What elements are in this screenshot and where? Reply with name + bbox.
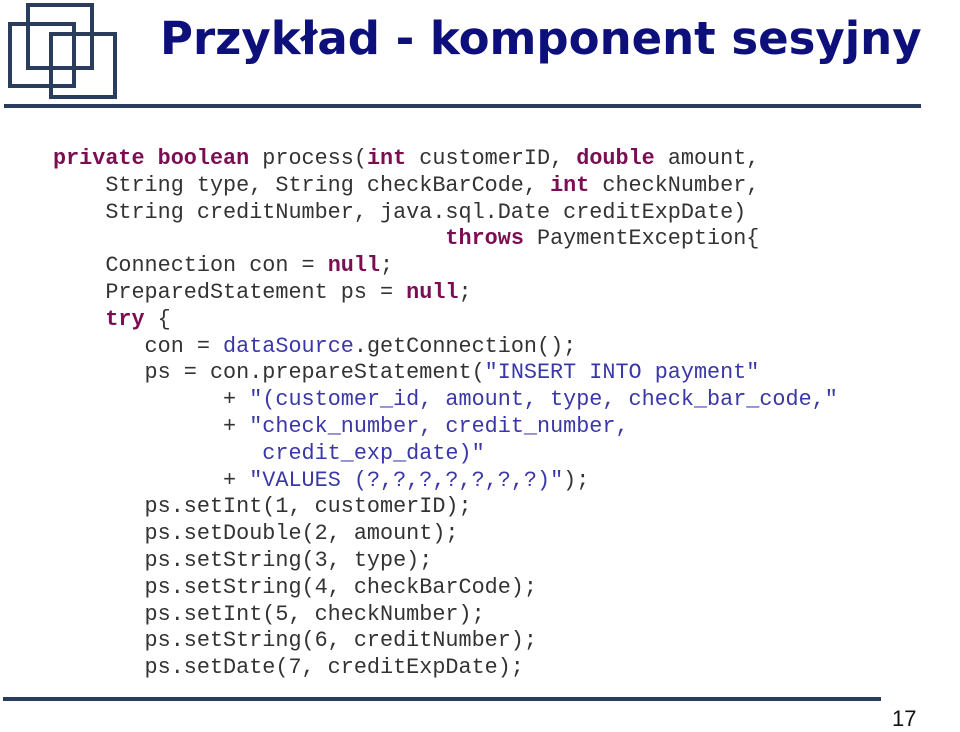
code-string: "INSERT INTO payment" [484,360,760,386]
code-text: ps = con.prepareStatement( [53,360,485,386]
code-line: + "(customer_id, amount, type, check_bar… [53,387,838,414]
code-line: private boolean process(int customerID, … [53,146,838,173]
code-string: "check_number, credit_number, [249,413,629,439]
code-keyword: null [406,279,459,305]
page-number: 17 [892,706,917,731]
code-string: credit_exp_date)" [53,440,485,466]
code-keyword: double [576,146,655,171]
code-line: ps.setDouble(2, amount); [53,521,838,548]
code-text: ps.setString(4, checkBarCode); [53,574,537,600]
code-text: String creditNumber, java.sql.Date credi… [53,199,747,225]
code-line: String creditNumber, java.sql.Date credi… [53,200,838,227]
code-text: PreparedStatement ps = [53,279,407,305]
code-line: credit_exp_date)" [53,441,838,468]
code-text: PaymentException{ [523,226,760,252]
header-divider [4,104,921,108]
code-text: + [53,467,250,493]
code-line: PreparedStatement ps = null; [53,280,838,307]
code-text: { [144,306,171,332]
code-text: Connection con = [53,253,328,279]
code-line: + "check_number, credit_number, [53,414,838,441]
code-line: ps.setString(6, creditNumber); [53,628,838,655]
code-keyword: null [327,253,381,279]
code-block: private boolean process(int customerID, … [53,146,838,682]
code-string: "(customer_id, amount, type, check_bar_c… [249,387,838,413]
code-text: ; [458,279,472,305]
code-line: String type, String checkBarCode, int ch… [53,173,838,200]
code-keyword: try [105,306,145,332]
overlapping-squares-logo-icon [8,3,117,99]
code-line: ps.setString(3, type); [53,548,838,575]
code-line: throws PaymentException{ [53,226,838,253]
code-line: ps = con.prepareStatement("INSERT INTO p… [53,360,838,387]
code-keyword: int [366,146,407,171]
code-text: String type, String checkBarCode, [53,172,551,198]
code-line: ps.setDate(7, creditExpDate); [53,655,838,682]
code-string: "VALUES (?,?,?,?,?,?,?)" [249,467,564,493]
code-field: dataSource [223,333,354,359]
code-line: ps.setInt(5, checkNumber); [53,602,838,629]
code-text: amount, [654,146,760,171]
code-text: ps.setDouble(2, amount); [53,521,459,547]
code-text: ); [563,467,590,493]
code-text: ps.setString(6, creditNumber); [53,628,537,654]
code-text: ; [380,253,394,279]
code-line: try { [53,307,838,334]
slide-title: Przykład - komponent sesyjny [160,12,922,65]
code-text: ps.setString(3, type); [53,547,433,573]
code-keyword: private boolean [53,146,250,171]
code-text: ps.setInt(5, checkNumber); [53,601,485,627]
code-text: ps.setDate(7, creditExpDate); [53,655,524,681]
code-text: + [53,387,250,413]
code-keyword: int [550,172,590,198]
code-text: customerID, [406,146,577,171]
code-text: .getConnection(); [353,333,577,359]
code-line: Connection con = null; [53,253,838,280]
code-text: process( [249,146,367,171]
code-line: ps.setInt(1, customerID); [53,494,838,521]
code-line: + "VALUES (?,?,?,?,?,?,?)"); [53,468,838,495]
code-text: ps.setInt(1, customerID); [53,494,472,520]
code-line: ps.setString(4, checkBarCode); [53,575,838,602]
code-text: con = [53,333,224,359]
code-text: + [53,413,250,439]
code-keyword: throws [445,226,524,252]
code-text: checkNumber, [589,172,760,198]
footer-divider [3,697,881,701]
code-line: con = dataSource.getConnection(); [53,334,838,361]
